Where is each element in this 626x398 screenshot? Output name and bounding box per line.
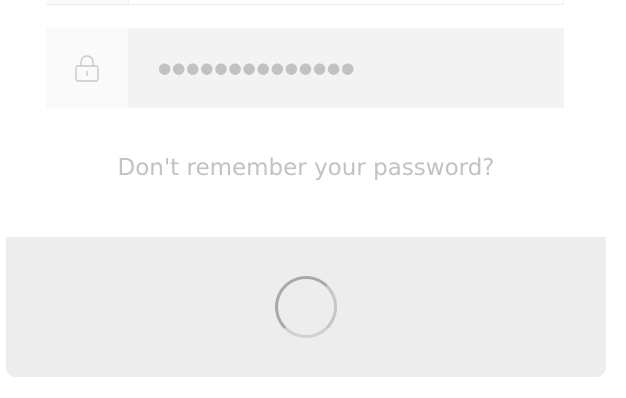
password-field[interactable]: ●●●●●●●●●●●●●● xyxy=(46,28,564,108)
email-field[interactable] xyxy=(46,0,564,5)
lock-icon xyxy=(75,55,99,82)
email-input[interactable] xyxy=(128,0,564,4)
forgot-password-link[interactable]: Don't remember your password? xyxy=(0,155,612,181)
email-field-icon-cell xyxy=(46,0,128,4)
password-masked-value: ●●●●●●●●●●●●●● xyxy=(158,59,356,77)
loading-spinner-icon xyxy=(275,276,337,338)
submit-button[interactable] xyxy=(6,237,606,377)
login-form: ●●●●●●●●●●●●●● Don't remember your passw… xyxy=(0,0,626,398)
password-field-icon-cell xyxy=(46,28,128,108)
password-input[interactable]: ●●●●●●●●●●●●●● xyxy=(128,28,564,108)
